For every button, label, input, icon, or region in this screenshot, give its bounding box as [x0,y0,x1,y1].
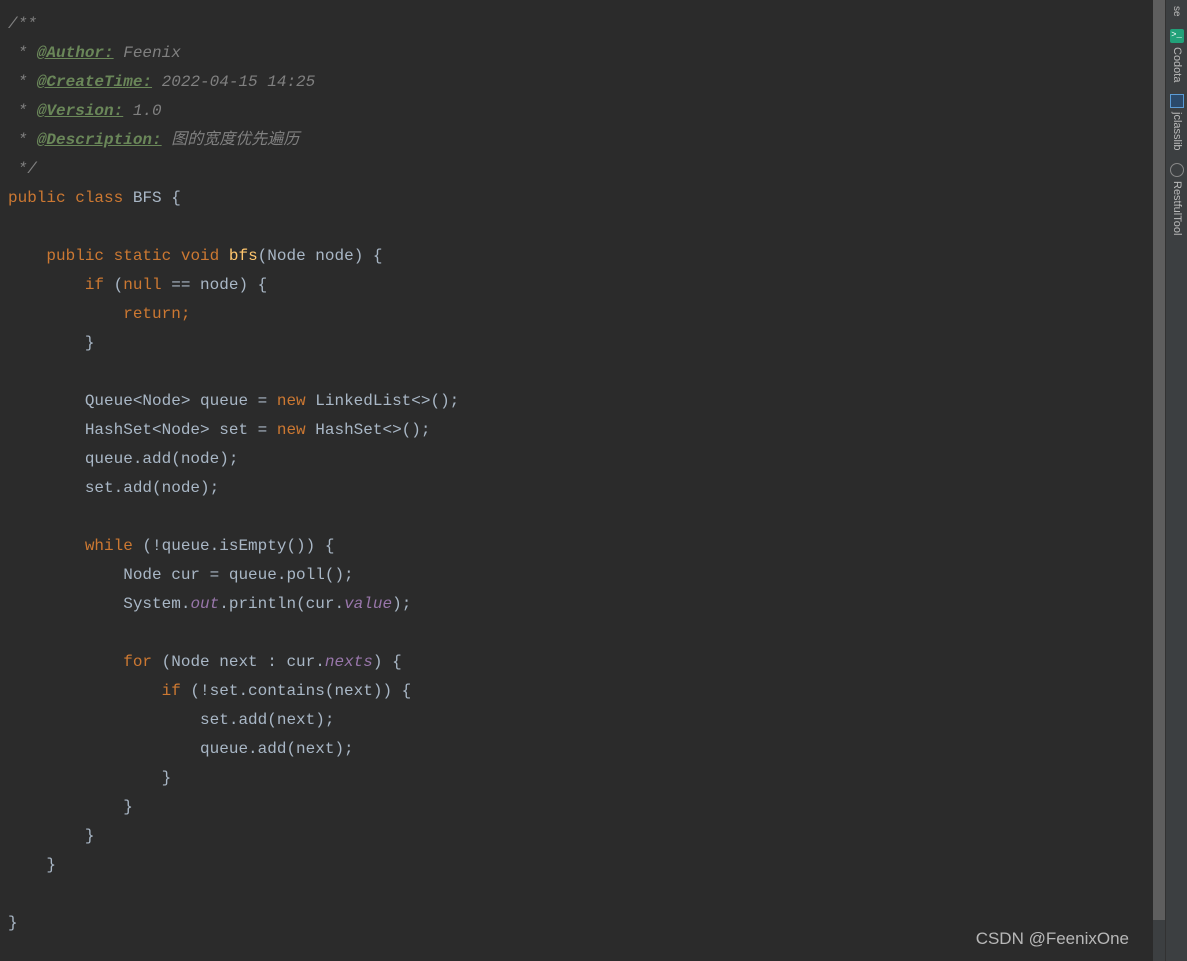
javadoc-end: */ [8,160,37,178]
restful-label: RestfulTool [1162,181,1187,235]
kw-for: for [123,653,152,671]
doc-prefix: * [8,131,37,149]
kw-if: if [85,276,104,294]
nexts-field: nexts [325,653,373,671]
brace-close: } [162,769,172,787]
kw-class: class [75,189,123,207]
val-createtime: 2022-04-15 14:25 [152,73,315,91]
hidden-label: se [1162,6,1187,17]
kw-static: static [114,247,172,265]
tool-window-bar: se >_ Codota jclasslib RestfulTool [1165,0,1187,961]
semicolon: ; [181,305,191,323]
gutter [0,10,8,961]
queue-add-next: queue.add(next); [200,740,354,758]
class-name: BFS [133,189,162,207]
kw-null: null [123,276,161,294]
scroll-thumb[interactable] [1153,0,1165,920]
for-cond-pre: (Node next : cur. [152,653,325,671]
kw-return: return [123,305,181,323]
panel-item-restful[interactable]: RestfulTool [1162,157,1187,241]
vertical-scrollbar[interactable] [1153,0,1165,961]
brace-close: } [123,798,133,816]
kw-new: new [277,392,306,410]
codota-icon: >_ [1170,29,1184,43]
restful-icon [1170,163,1184,177]
kw-new: new [277,421,306,439]
linkedlist: LinkedList<>(); [306,392,460,410]
kw-while: while [85,537,133,555]
panel-item-hidden[interactable]: se [1162,2,1187,23]
sys-pre: System. [123,595,190,613]
jclasslib-label: jclasslib [1162,112,1187,151]
brace-close: } [85,827,95,845]
kw-public: public [8,189,66,207]
kw-void: void [181,247,219,265]
panel-item-codota[interactable]: >_ Codota [1162,23,1187,88]
val-version: 1.0 [123,102,161,120]
if-contains: (!set.contains(next)) { [181,682,411,700]
out-field: out [190,595,219,613]
kw-public: public [46,247,104,265]
param-node: (Node node) { [258,247,383,265]
hashset-decl: HashSet<Node> set = [85,421,277,439]
queue-add-node: queue.add(node); [85,450,239,468]
doc-prefix: * [8,102,37,120]
kw-if: if [162,682,181,700]
tag-createtime: @CreateTime: [37,73,152,91]
set-add-node: set.add(node); [85,479,219,497]
eq-node: == node) { [162,276,268,294]
println-pre: .println(cur. [219,595,344,613]
hashset-post: HashSet<>(); [306,421,431,439]
while-cond: (!queue.isEmpty()) { [133,537,335,555]
doc-prefix: * [8,73,37,91]
cur-decl: Node cur = queue.poll(); [123,566,353,584]
val-description: 图的宽度优先遍历 [162,131,300,149]
brace-close: } [46,856,56,874]
val-author: Feenix [114,44,181,62]
brace-close: } [85,334,95,352]
tag-author: @Author: [37,44,114,62]
javadoc-start: /** [8,15,37,33]
value-field: value [344,595,392,613]
panel-item-jclasslib[interactable]: jclasslib [1162,88,1187,157]
watermark: CSDN @FeenixOne [976,924,1129,953]
codota-label: Codota [1162,47,1187,82]
method-bfs: bfs [229,247,258,265]
set-add-next: set.add(next); [200,711,334,729]
println-post: ); [392,595,411,613]
tag-version: @Version: [37,102,123,120]
for-cond-post: ) { [373,653,402,671]
jclasslib-icon [1170,94,1184,108]
tag-description: @Description: [37,131,162,149]
doc-prefix: * [8,44,37,62]
brace-close: } [8,914,18,932]
code-editor[interactable]: /** * @Author: Feenix * @CreateTime: 202… [0,0,1153,961]
queue-decl: Queue<Node> queue = [85,392,277,410]
